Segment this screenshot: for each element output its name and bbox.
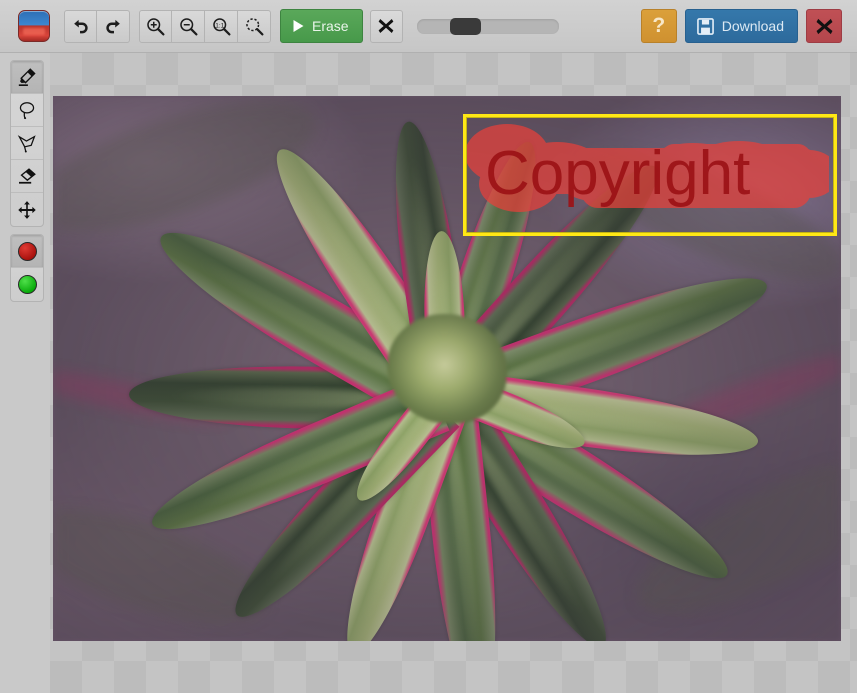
undo-button[interactable] bbox=[64, 9, 97, 43]
tool-sidebar bbox=[10, 60, 44, 309]
download-button-label: Download bbox=[721, 18, 784, 34]
zoom-button-group: 1:1 bbox=[139, 9, 271, 43]
brush-size-slider[interactable] bbox=[416, 17, 559, 35]
close-icon bbox=[816, 18, 832, 34]
zoom-in-button[interactable] bbox=[139, 9, 172, 43]
redo-button[interactable] bbox=[97, 9, 130, 43]
sidebar-item-polygon-lasso-tool[interactable] bbox=[11, 127, 43, 160]
zoom-fit-button[interactable] bbox=[238, 9, 271, 43]
edited-photo[interactable]: Copyright bbox=[53, 96, 841, 641]
eraser-icon bbox=[19, 168, 36, 184]
polygon-lasso-icon bbox=[17, 135, 36, 153]
play-triangle-icon bbox=[293, 20, 304, 32]
x-mark-icon bbox=[378, 18, 394, 34]
sidebar-item-red-swatch[interactable] bbox=[11, 235, 43, 268]
image-editor-window: 1:1 Erase ? Download Copyright bbox=[0, 0, 857, 693]
svg-text:1:1: 1:1 bbox=[215, 22, 224, 29]
red-circle-icon bbox=[17, 241, 37, 261]
sidebar-item-marker-tool[interactable] bbox=[11, 61, 43, 94]
top-toolbar: 1:1 Erase ? Download bbox=[0, 0, 857, 53]
selection-rectangle[interactable] bbox=[463, 114, 837, 236]
green-circle-icon bbox=[17, 275, 37, 294]
sidebar-item-eraser-tool[interactable] bbox=[11, 160, 43, 193]
lasso-bubble-icon bbox=[19, 102, 35, 120]
sidebar-item-lasso-tool[interactable] bbox=[11, 94, 43, 127]
help-button[interactable]: ? bbox=[640, 9, 677, 43]
clear-selection-button[interactable] bbox=[369, 9, 403, 43]
erase-button[interactable]: Erase bbox=[280, 9, 363, 43]
sidebar-item-green-swatch[interactable] bbox=[11, 268, 43, 301]
four-arrows-move-icon bbox=[18, 200, 36, 219]
question-mark-icon: ? bbox=[652, 14, 666, 37]
canvas-transparency-backdrop[interactable]: Copyright bbox=[50, 53, 857, 693]
color-group bbox=[10, 234, 44, 302]
erase-button-label: Erase bbox=[312, 18, 349, 34]
zoom-actual-size-button[interactable]: 1:1 bbox=[205, 9, 238, 43]
plant-center bbox=[387, 313, 507, 424]
zoom-out-button[interactable] bbox=[172, 9, 205, 43]
floppy-disk-icon bbox=[696, 17, 714, 35]
marker-pen-icon bbox=[18, 68, 36, 86]
close-button[interactable] bbox=[806, 9, 842, 43]
tool-group bbox=[10, 60, 44, 227]
app-logo-icon bbox=[18, 10, 50, 42]
history-button-group bbox=[64, 9, 130, 43]
download-button[interactable]: Download bbox=[684, 9, 798, 43]
sidebar-item-move-tool[interactable] bbox=[11, 193, 43, 226]
brush-size-slider-thumb[interactable] bbox=[449, 17, 481, 35]
